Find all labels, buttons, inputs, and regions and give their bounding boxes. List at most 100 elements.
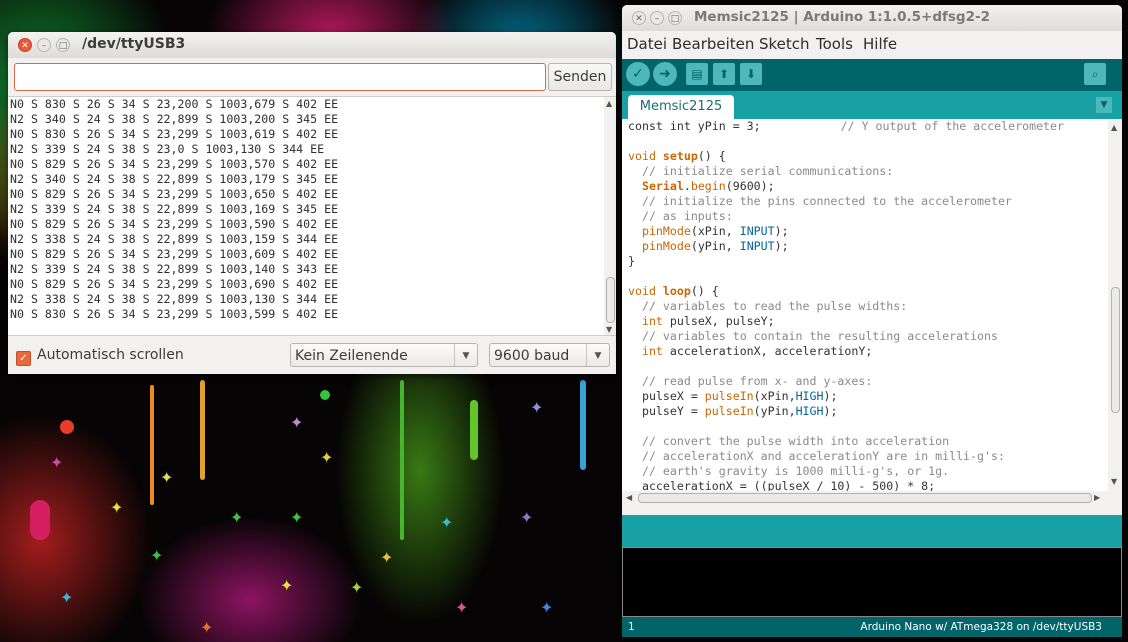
arduino-ide-window: ✕ – □ Memsic2125 | Arduino 1:1.0.5+dfsg2… xyxy=(622,5,1122,637)
code-line: // initialize the pins connected to the … xyxy=(641,194,1012,208)
code-line: pinMode(yPin, INPUT); xyxy=(641,239,789,253)
autoscroll-label: Automatisch scrollen xyxy=(37,347,184,363)
scroll-down-icon[interactable]: ▼ xyxy=(1111,477,1117,486)
tab-bar: Memsic2125 ▼ xyxy=(622,91,1122,119)
scroll-thumb[interactable] xyxy=(1111,287,1120,413)
magnifier-icon: ⌕ xyxy=(1091,67,1099,81)
scroll-left-icon[interactable]: ◀ xyxy=(626,493,632,502)
paint-splash xyxy=(60,420,74,434)
chevron-down-icon[interactable]: ▼ xyxy=(454,344,477,366)
paint-drip xyxy=(150,385,154,505)
paint-drip xyxy=(470,400,478,460)
open-button[interactable]: ⬆ xyxy=(713,63,735,85)
menu-datei[interactable]: Datei xyxy=(627,35,667,53)
line-ending-select[interactable]: Kein Zeilenende ▼ xyxy=(290,343,478,367)
autoscroll-checkbox[interactable]: ✓ Automatisch scrollen xyxy=(16,347,184,366)
scroll-right-icon[interactable]: ▶ xyxy=(1094,493,1100,502)
code-line: int accelerationX, accelerationY; xyxy=(641,344,873,358)
code-line: int pulseX, pulseY; xyxy=(641,314,775,328)
serial-titlebar[interactable]: ✕ – □ /dev/ttyUSB3 xyxy=(8,32,616,58)
chevron-down-icon[interactable]: ▼ xyxy=(586,344,609,366)
serial-line: N0 S 829 S 26 S 34 S 23,299 S 1003,609 S… xyxy=(10,247,339,261)
code-line: // variables to contain the resulting ac… xyxy=(641,329,998,343)
editor-vertical-scrollbar[interactable]: ▲ ▼ xyxy=(1108,119,1122,491)
butterfly-icon: ✦ xyxy=(290,413,304,432)
code-line: accelerationX = ((pulseX / 10) - 500) * … xyxy=(641,479,936,491)
checkbox-checked-icon[interactable]: ✓ xyxy=(16,351,31,366)
close-button[interactable]: ✕ xyxy=(18,38,32,52)
butterfly-icon: ✦ xyxy=(455,598,469,617)
scroll-up-icon[interactable]: ▲ xyxy=(1111,123,1117,132)
code-line: const int yPin = 3;// Y output of the ac… xyxy=(628,119,1064,133)
serial-monitor-button[interactable]: ⌕ xyxy=(1084,63,1106,85)
butterfly-icon: ✦ xyxy=(60,588,74,607)
butterfly-icon: ✦ xyxy=(50,453,64,472)
ide-titlebar[interactable]: ✕ – □ Memsic2125 | Arduino 1:1.0.5+dfsg2… xyxy=(622,5,1122,31)
editor-horizontal-scrollbar[interactable]: ◀ ▶ xyxy=(622,491,1108,505)
menu-bar: Datei Bearbeiten Sketch Tools Hilfe xyxy=(622,32,1122,58)
butterfly-icon: ✦ xyxy=(350,578,364,597)
baud-value: 9600 baud xyxy=(494,348,570,364)
tab-menu-button[interactable]: ▼ xyxy=(1096,97,1112,113)
serial-line: N2 S 340 S 24 S 38 S 22,899 S 1003,179 S… xyxy=(10,172,339,186)
arrow-down-icon: ⬇ xyxy=(745,67,757,81)
menu-hilfe[interactable]: Hilfe xyxy=(863,35,897,53)
code-editor[interactable]: const int yPin = 3;// Y output of the ac… xyxy=(622,119,1108,491)
serial-vertical-scrollbar[interactable]: ▲ ▼ xyxy=(604,96,616,336)
window-title: /dev/ttyUSB3 xyxy=(82,36,186,52)
butterfly-icon: ✦ xyxy=(380,548,394,567)
code-line: pulseY = pulseIn(yPin,HIGH); xyxy=(641,404,838,418)
butterfly-icon: ✦ xyxy=(530,398,544,417)
menu-sketch[interactable]: Sketch xyxy=(759,35,810,53)
scroll-thumb[interactable] xyxy=(606,277,615,323)
paint-drip xyxy=(580,380,586,470)
butterfly-icon: ✦ xyxy=(230,508,244,527)
code-line: // earth's gravity is 1000 milli-g's, or… xyxy=(641,464,950,478)
butterfly-icon: ✦ xyxy=(320,448,334,467)
upload-button[interactable]: ➜ xyxy=(653,62,677,86)
code-line: pinMode(xPin, INPUT); xyxy=(641,224,789,238)
save-button[interactable]: ⬇ xyxy=(740,63,762,85)
butterfly-icon: ✦ xyxy=(440,513,454,532)
code-line: pulseX = pulseIn(xPin,HIGH); xyxy=(641,389,838,403)
menu-bearbeiten[interactable]: Bearbeiten xyxy=(672,35,754,53)
menu-tools[interactable]: Tools xyxy=(816,35,853,53)
butterfly-icon: ✦ xyxy=(280,576,294,595)
serial-line: N0 S 829 S 26 S 34 S 23,299 S 1003,590 S… xyxy=(10,217,339,231)
serial-line: N0 S 829 S 26 S 34 S 23,299 S 1003,650 S… xyxy=(10,187,339,201)
verify-button[interactable]: ✓ xyxy=(626,62,650,86)
butterfly-icon: ✦ xyxy=(150,546,164,565)
send-button[interactable]: Senden xyxy=(548,63,612,91)
code-line: // accelerationX and accelerationY are i… xyxy=(641,449,1005,463)
baud-select[interactable]: 9600 baud ▼ xyxy=(489,343,610,367)
butterfly-icon: ✦ xyxy=(160,468,174,487)
butterfly-icon: ✦ xyxy=(110,498,124,517)
code-line: void loop() { xyxy=(628,284,719,298)
new-button[interactable]: ▤ xyxy=(686,63,708,85)
serial-line: N0 S 830 S 26 S 34 S 23,299 S 1003,599 S… xyxy=(10,307,339,321)
arrow-right-icon: ➜ xyxy=(659,66,671,82)
butterfly-icon: ✦ xyxy=(290,508,304,527)
line-ending-value: Kein Zeilenende xyxy=(295,348,408,364)
maximize-button[interactable]: □ xyxy=(668,11,682,25)
scroll-thumb[interactable] xyxy=(638,493,1092,503)
file-icon: ▤ xyxy=(691,67,703,81)
serial-line: N2 S 338 S 24 S 38 S 22,899 S 1003,130 S… xyxy=(10,292,339,306)
board-info: Arduino Nano w/ ATmega328 on /dev/ttyUSB… xyxy=(860,621,1102,633)
send-input[interactable] xyxy=(14,63,546,91)
tab-memsic2125[interactable]: Memsic2125 xyxy=(628,95,734,119)
serial-line: N0 S 829 S 26 S 34 S 23,299 S 1003,690 S… xyxy=(10,277,339,291)
maximize-button[interactable]: □ xyxy=(56,38,70,52)
console-status-bar xyxy=(622,515,1122,547)
minimize-button[interactable]: – xyxy=(650,11,664,25)
close-button[interactable]: ✕ xyxy=(632,11,646,25)
scroll-down-icon[interactable]: ▼ xyxy=(606,325,612,334)
paint-splash xyxy=(320,390,330,400)
serial-line: N2 S 338 S 24 S 38 S 22,899 S 1003,159 S… xyxy=(10,232,339,246)
butterfly-icon: ✦ xyxy=(520,508,534,527)
serial-line: N0 S 829 S 26 S 34 S 23,299 S 1003,570 S… xyxy=(10,157,339,171)
minimize-button[interactable]: – xyxy=(37,38,51,52)
scroll-up-icon[interactable]: ▲ xyxy=(606,99,612,108)
